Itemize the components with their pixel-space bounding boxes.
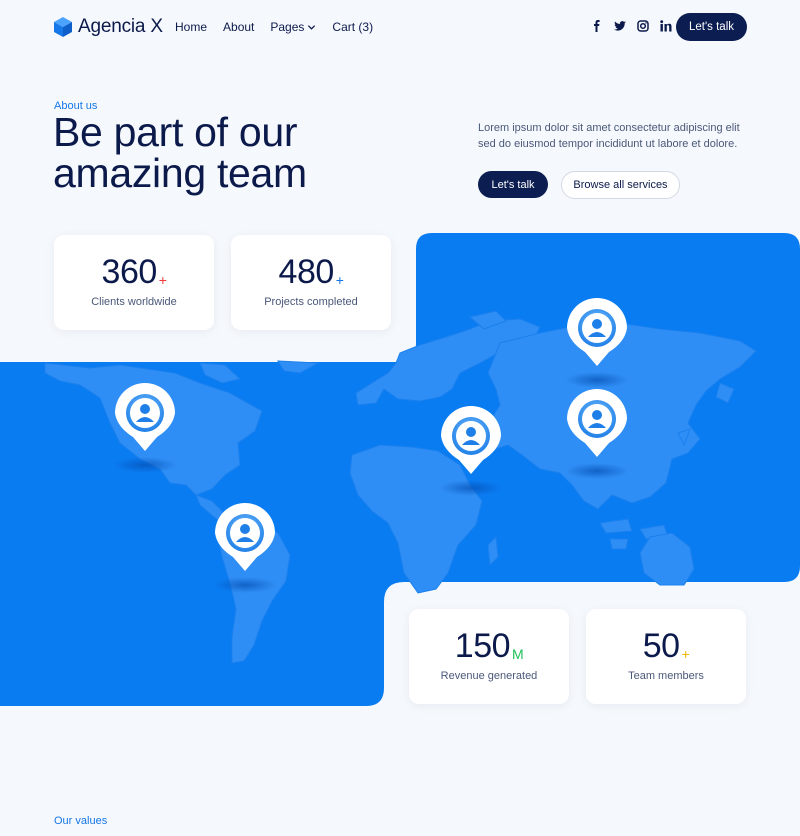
lets-talk-button[interactable]: Let's talk [478, 171, 548, 198]
map-pin-east-asia[interactable] [565, 389, 629, 479]
social-links [590, 19, 672, 32]
nav-about-label: About [223, 20, 255, 34]
stat-suffix: + [158, 272, 167, 288]
stat-value: 360 + [54, 253, 214, 292]
browse-services-button[interactable]: Browse all services [561, 171, 680, 199]
stat-suffix: + [335, 272, 344, 288]
twitter-icon[interactable] [613, 19, 626, 32]
stat-label: Team members [628, 670, 704, 682]
stat-label: Projects completed [264, 296, 358, 308]
stat-number: 150 [454, 627, 511, 665]
stat-number: 50 [642, 627, 680, 665]
linkedin-icon[interactable] [659, 19, 672, 32]
main-menu: Home About Pages Cart (3) [175, 20, 373, 34]
map-pin-north-america[interactable] [113, 383, 177, 473]
map-pin-north-asia[interactable] [565, 298, 629, 388]
brand-logo[interactable]: Agencia X [54, 16, 163, 38]
brand-name: Agencia X [78, 16, 163, 37]
cube-icon [54, 17, 72, 37]
nav-home-label: Home [175, 20, 208, 34]
nav-home-link[interactable]: Home [175, 20, 207, 34]
chevron-down-icon [308, 24, 316, 30]
stat-card-clients: 360 + Clients worldwide [54, 235, 214, 330]
stat-number: 360 [101, 253, 158, 291]
stat-label: Clients worldwide [91, 296, 177, 308]
hero-description: Lorem ipsum dolor sit amet consectetur a… [478, 122, 740, 150]
stat-value: 50 + [586, 627, 746, 666]
stat-number: 480 [278, 253, 335, 291]
facebook-icon[interactable] [590, 19, 603, 32]
top-navigation: Agencia X Home About Pages Cart (3) Let'… [0, 0, 800, 54]
map-pin-south-america[interactable] [213, 503, 277, 593]
nav-cart-label: Cart (3) [332, 20, 374, 34]
lets-talk-nav-button[interactable]: Let's talk [676, 13, 747, 41]
stat-suffix: + [681, 646, 690, 662]
our-values-eyebrow: Our values [54, 815, 108, 827]
nav-pages-label: Pages [270, 20, 305, 34]
stat-card-team: 50 + Team members [586, 609, 746, 704]
stat-suffix: M [512, 646, 524, 662]
nav-cart-link[interactable]: Cart (3) [332, 20, 373, 34]
stat-value: 480 + [231, 253, 391, 292]
stat-value: 150 M [409, 627, 569, 666]
stat-card-revenue: 150 M Revenue generated [409, 609, 569, 704]
instagram-icon[interactable] [636, 19, 649, 32]
page-title: Be part of our amazing team [53, 109, 307, 196]
nav-about-link[interactable]: About [223, 20, 254, 34]
map-pin-africa[interactable] [439, 406, 503, 496]
stat-card-projects: 480 + Projects completed [231, 235, 391, 330]
nav-pages-dropdown[interactable]: Pages [270, 20, 316, 34]
stat-label: Revenue generated [440, 670, 538, 682]
